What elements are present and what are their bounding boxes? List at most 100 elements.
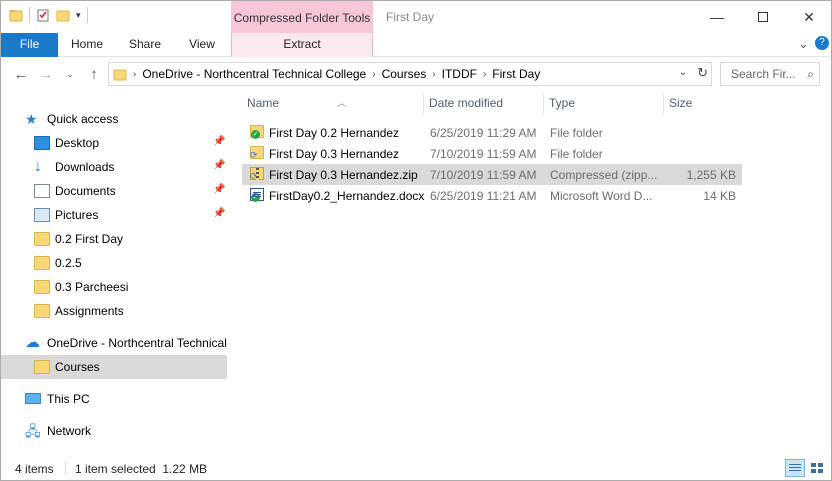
tab-share[interactable]: Share [117,33,173,57]
status-bar: 4 items 1 item selected 1.22 MB [1,456,831,480]
properties-icon[interactable] [36,8,50,22]
ribbon-tabs: File Home Share View Extract ⌄ ? [1,33,831,57]
download-icon: ↓ [34,158,42,175]
help-icon[interactable]: ? [815,36,829,50]
arrow-up-icon: ↑ [90,65,98,83]
pin-icon[interactable]: 📌 [213,208,225,219]
file-name: FirstDay0.2_Hernandez.docx [269,189,425,203]
file-type: Compressed (zipp... [550,168,658,182]
folder-icon: ✓ [250,125,264,139]
tab-view[interactable]: View [174,33,230,57]
recent-locations-button[interactable]: ⌄ [59,63,81,85]
search-icon: ⌕ [807,67,814,81]
file-date: 7/10/2019 11:59 AM [430,147,537,161]
nav-0-2-first-day[interactable]: 0.2 First Day [1,227,227,251]
documents-icon [34,184,50,198]
nav-label: Assignments [55,304,124,318]
chevron-right-icon[interactable]: › [481,69,488,80]
customize-toolbar-icon[interactable]: ▾ [76,10,81,21]
address-dropdown-icon[interactable]: ⌄ [679,67,687,78]
window-title: First Day [386,10,434,24]
nav-label: Documents [55,184,116,198]
nav-label: Pictures [55,208,99,222]
minimize-icon: — [710,9,724,25]
nav-label: 0.2 First Day [55,232,124,246]
refresh-icon[interactable]: ↻ [697,65,708,81]
file-row[interactable]: ✓ First Day 0.2 Hernandez 6/25/2019 11:2… [242,122,742,143]
minimize-button[interactable]: — [694,1,740,33]
column-label: Name [247,96,280,110]
nav-onedrive[interactable]: ☁ OneDrive - Northcentral Technical [1,331,227,355]
nav-0-3-parcheesi[interactable]: 0.3 Parcheesi [1,275,227,299]
network-icon: 🖧 [25,423,41,439]
nav-assignments[interactable]: Assignments [1,299,227,323]
file-row[interactable]: ✓ FirstDay0.2_Hernandez.docx 6/25/2019 1… [242,185,742,206]
column-header-type[interactable]: Type [544,93,664,115]
address-bar[interactable]: › OneDrive - Northcentral Technical Coll… [108,62,712,86]
nav-downloads[interactable]: ↓ Downloads 📌 [1,155,227,179]
nav-quick-access[interactable]: ★ Quick access [1,107,227,131]
nav-network[interactable]: 🖧 Network [1,419,227,443]
chevron-right-icon[interactable]: › [430,69,437,80]
back-button[interactable]: ← [10,63,32,85]
sync-complete-icon: ✓ [251,193,260,202]
tab-file[interactable]: File [1,33,58,57]
folder-icon [34,360,50,374]
file-date: 6/25/2019 11:29 AM [430,126,537,140]
file-type: Microsoft Word D... [550,189,653,203]
expand-ribbon-icon[interactable]: ⌄ [798,36,809,52]
star-icon: ★ [25,111,38,127]
breadcrumb-courses[interactable]: Courses [378,67,431,81]
nav-0-2-5[interactable]: 0.2.5 [1,251,227,275]
sync-complete-icon: ✓ [251,130,260,139]
search-input[interactable]: Search Fir... ⌕ [720,62,820,86]
large-icons-view-button[interactable] [807,459,827,477]
details-view-button[interactable] [785,459,805,477]
nav-label: Desktop [55,136,100,150]
folder-icon [9,10,23,22]
chevron-down-icon: ⌄ [66,68,74,79]
chevron-right-icon[interactable]: › [370,69,377,80]
syncing-icon: ⟳ [250,171,258,181]
nav-this-pc[interactable]: This PC [1,387,227,411]
sort-ascending-icon: ︿ [337,98,347,108]
breadcrumb-first-day[interactable]: First Day [488,67,544,81]
column-header-date-modified[interactable]: Date modified [424,93,544,115]
tab-extract[interactable]: Extract [231,33,373,57]
column-header-size[interactable]: Size [664,93,744,115]
nav-desktop[interactable]: Desktop 📌 [1,131,227,155]
details-view-icon [789,463,801,473]
forward-button[interactable]: → [35,63,57,85]
up-button[interactable]: ↑ [83,63,105,85]
desktop-icon [34,136,50,150]
arrow-left-icon: ← [13,65,29,83]
pin-icon[interactable]: 📌 [213,184,225,195]
tab-home[interactable]: Home [59,33,115,57]
nav-pictures[interactable]: Pictures 📌 [1,203,227,227]
toolbar-separator [86,7,88,23]
nav-documents[interactable]: Documents 📌 [1,179,227,203]
docx-icon: ✓ [250,188,264,202]
large-icons-view-icon [811,463,823,473]
breadcrumb-onedrive[interactable]: OneDrive - Northcentral Technical Colleg… [138,67,370,81]
nav-courses[interactable]: Courses [1,355,227,379]
pin-icon[interactable]: 📌 [213,136,225,147]
chevron-right-icon[interactable]: › [131,69,138,80]
maximize-button[interactable] [740,1,786,33]
column-header-name[interactable]: Name ︿ [242,93,424,115]
breadcrumb-itddf[interactable]: ITDDF [438,67,481,81]
new-folder-icon[interactable] [56,8,70,22]
folder-icon: ⟳ [250,146,264,160]
toolbar-separator [29,7,30,23]
close-button[interactable]: ✕ [786,1,832,33]
file-row[interactable]: ⟳ First Day 0.3 Hernandez.zip 7/10/2019 … [242,164,742,185]
file-size: 14 KB [703,189,736,203]
syncing-icon: ⟳ [250,150,258,160]
folder-icon [113,69,127,81]
pin-icon[interactable]: 📌 [213,160,225,171]
file-date: 7/10/2019 11:59 AM [430,168,537,182]
navigation-bar: ← → ⌄ ↑ › OneDrive - Northcentral Techni… [1,61,831,87]
cloud-icon: ☁ [25,334,40,351]
explorer-window: ▾ Compressed Folder Tools First Day — ✕ … [0,0,832,481]
file-row[interactable]: ⟳ First Day 0.3 Hernandez 7/10/2019 11:5… [242,143,742,164]
